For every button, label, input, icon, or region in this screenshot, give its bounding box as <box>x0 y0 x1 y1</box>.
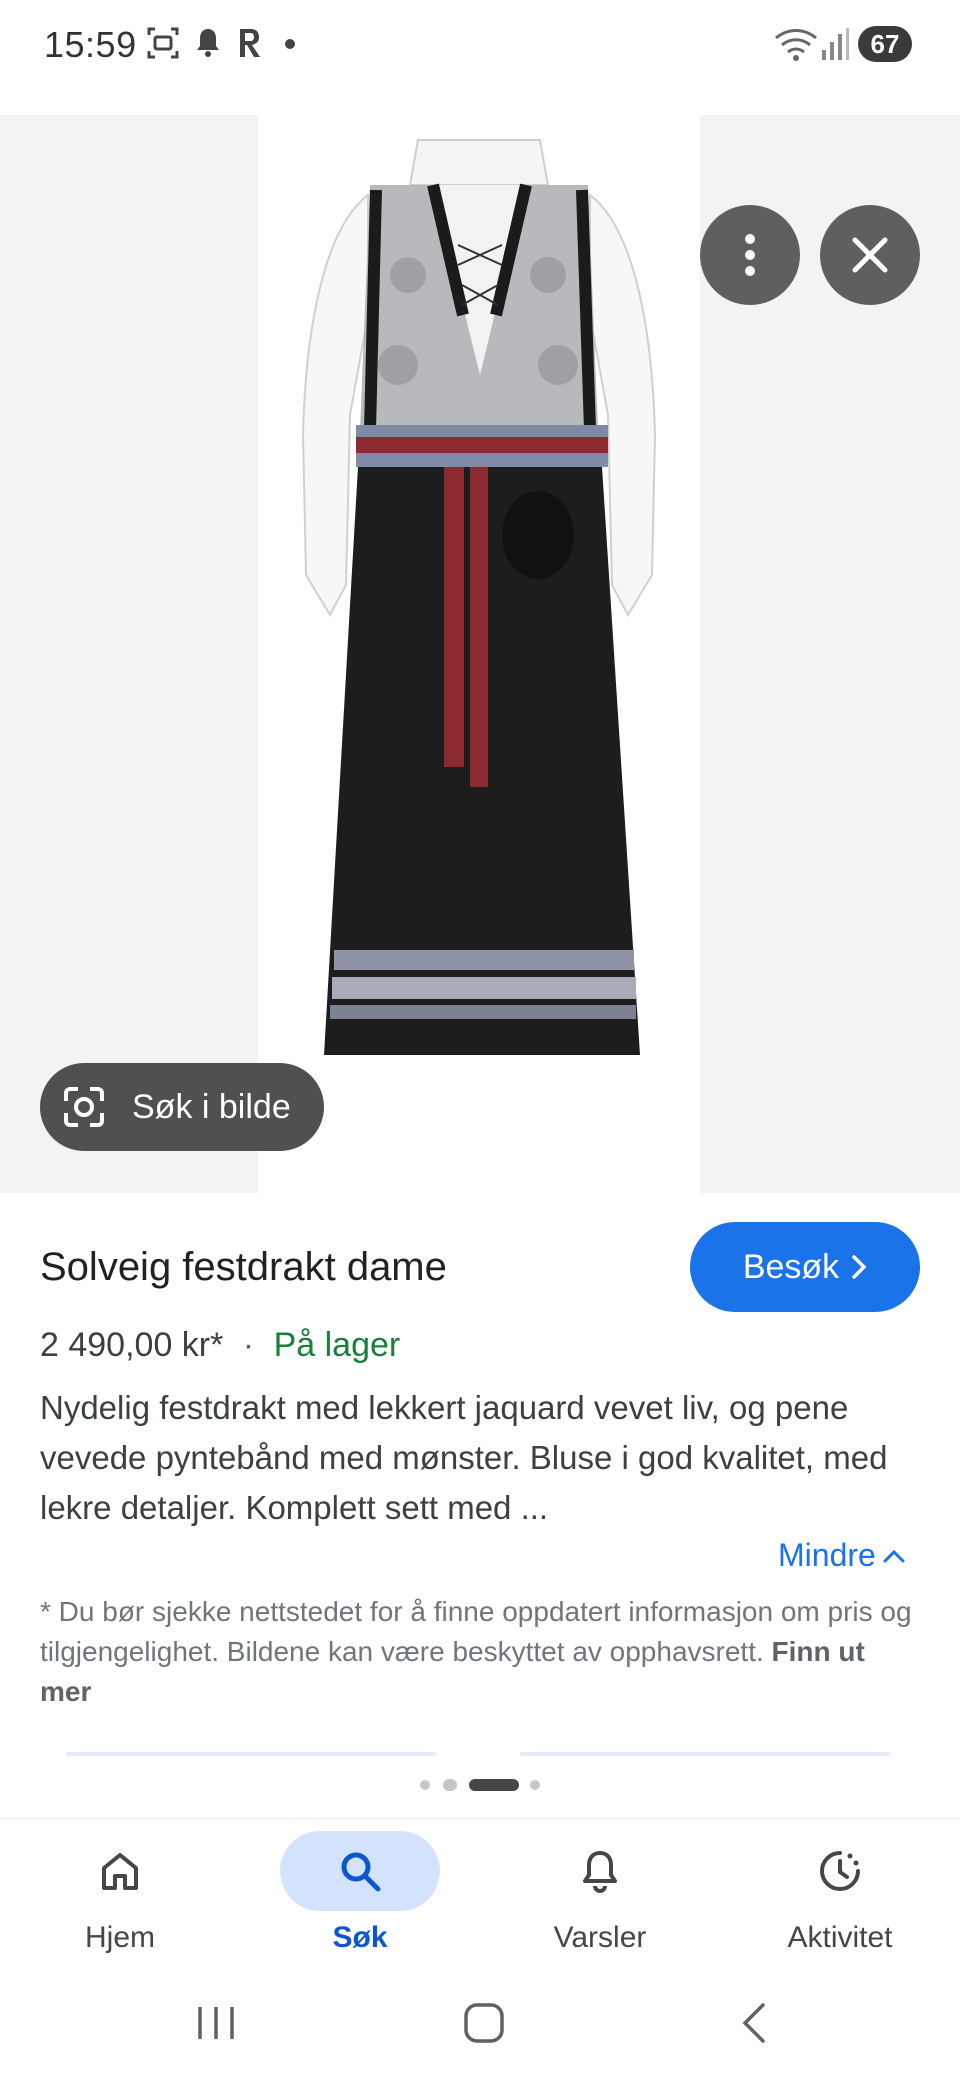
nav-notifications[interactable]: Varsler <box>500 1819 700 1969</box>
related-card-edge <box>66 1752 436 1756</box>
stock-status: På lager <box>273 1326 401 1364</box>
visit-button[interactable]: Besøk <box>690 1222 920 1312</box>
image-viewer[interactable] <box>0 115 960 1193</box>
separator-dot: · <box>242 1326 255 1364</box>
screenshot-icon <box>147 27 179 59</box>
price: 2 490,00 kr* <box>40 1326 224 1364</box>
r-app-icon <box>240 29 260 57</box>
nav-notifications-icon-wrap <box>520 1831 680 1911</box>
page-indicator <box>0 1779 960 1793</box>
related-card-edge <box>520 1752 890 1756</box>
show-less-link[interactable]: Mindre <box>778 1537 906 1574</box>
nav-search[interactable]: Søk <box>260 1819 460 1969</box>
recent-apps-icon <box>198 2007 234 2039</box>
page-dot-active <box>469 1779 519 1791</box>
status-time: 15:59 <box>44 24 137 65</box>
product-title: Solveig festdrakt dame <box>40 1245 447 1289</box>
recent-apps-button[interactable] <box>186 1998 246 2048</box>
home-icon <box>102 1853 138 1890</box>
close-icon <box>852 237 888 273</box>
close-button[interactable] <box>820 205 920 305</box>
page-dot <box>443 1779 457 1791</box>
nav-home[interactable]: Hjem <box>20 1819 220 1969</box>
dot-icon <box>285 39 295 49</box>
nav-activity-label: Aktivitet <box>787 1921 893 1954</box>
nav-home-label: Hjem <box>84 1921 155 1954</box>
nav-search-icon-wrap <box>280 1831 440 1911</box>
nav-notifications-label: Varsler <box>553 1921 647 1954</box>
product-description: Nydelig festdrakt med lekkert jaquard ve… <box>40 1389 888 1526</box>
bell-icon <box>583 1851 617 1893</box>
bottom-nav: Hjem Søk Varsler Aktivitet <box>0 1818 960 1968</box>
price-line: 2 490,00 kr* · På lager <box>40 1326 400 1365</box>
show-less-label: Mindre <box>778 1537 876 1573</box>
signal-icon <box>822 28 849 60</box>
search-in-image-label: Søk i bilde <box>132 1087 291 1126</box>
notification-bell-icon <box>197 29 219 57</box>
google-lens-icon <box>64 1087 104 1127</box>
nav-activity-icon-wrap <box>760 1831 920 1911</box>
back-button[interactable] <box>724 1998 784 2048</box>
visit-label: Besøk <box>742 1247 840 1286</box>
disclaimer: * Du bør sjekke nettstedet for å finne o… <box>40 1592 920 1712</box>
more-vert-icon <box>745 234 755 276</box>
product-image[interactable] <box>258 115 700 1193</box>
chevron-right-icon <box>852 1255 867 1279</box>
nav-search-label: Søk <box>332 1921 388 1954</box>
home-system-button[interactable] <box>454 1998 514 2048</box>
home-system-icon <box>464 2003 504 2043</box>
nav-activity[interactable]: Aktivitet <box>740 1819 940 1969</box>
activity-history-icon <box>820 1851 860 1891</box>
page-dot <box>420 1780 430 1790</box>
costume-illustration <box>301 139 657 1055</box>
page-dot <box>530 1780 540 1790</box>
search-in-image-button[interactable]: Søk i bilde <box>40 1063 324 1151</box>
wifi-icon <box>775 29 817 61</box>
back-icon <box>742 2003 765 2043</box>
screen: 15:59 67 Søk i bilde Solveig festdrakt d… <box>0 0 960 2080</box>
more-options-button[interactable] <box>700 205 800 305</box>
search-icon <box>341 1852 381 1892</box>
status-bar: 15:59 67 <box>0 0 960 90</box>
battery-icon: 67 <box>858 26 912 62</box>
nav-home-icon-wrap <box>40 1831 200 1911</box>
system-nav-bar <box>0 1968 960 2080</box>
chevron-up-icon <box>883 1549 905 1562</box>
